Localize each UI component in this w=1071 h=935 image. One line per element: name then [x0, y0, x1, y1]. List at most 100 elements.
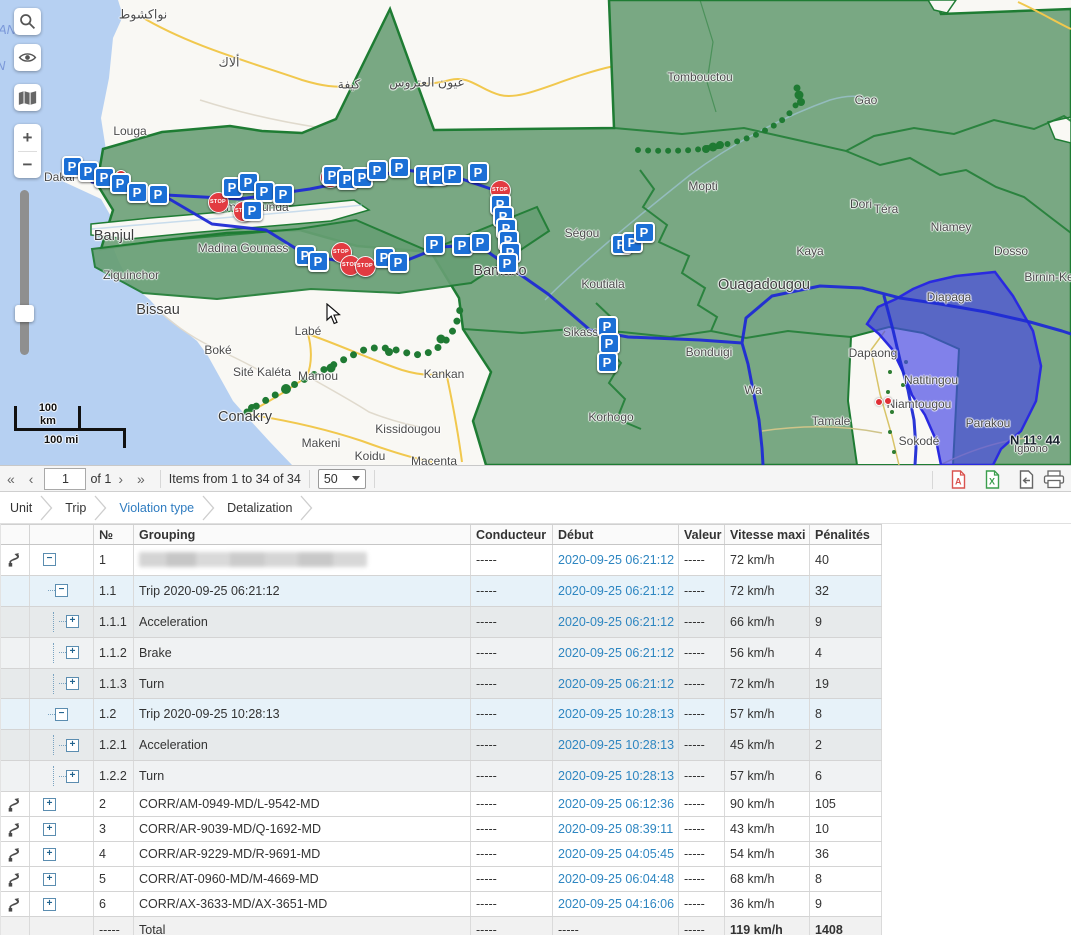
row-conducteur: -----: [471, 730, 553, 760]
table-row[interactable]: +3CORR/AR-9039-MD/Q-1692-MD-----2020-09-…: [1, 817, 882, 842]
start-date-link[interactable]: 2020-09-25 06:21:12: [558, 584, 674, 598]
header-conducteur[interactable]: Conducteur: [471, 525, 553, 544]
print-button[interactable]: [1043, 466, 1069, 493]
header-grouping[interactable]: Grouping: [134, 525, 471, 544]
tab-detalization[interactable]: Detalization: [217, 501, 298, 515]
stop-violation-marker[interactable]: STOP: [355, 256, 376, 277]
expand-toggle[interactable]: +: [66, 646, 79, 659]
parking-marker[interactable]: P: [424, 234, 445, 255]
expand-toggle[interactable]: +: [66, 615, 79, 628]
parking-marker[interactable]: P: [367, 160, 388, 181]
row-debut: 2020-09-25 04:16:06: [553, 892, 679, 916]
parking-marker[interactable]: P: [470, 232, 491, 253]
header-debut[interactable]: Début: [553, 525, 679, 544]
start-date-link[interactable]: 2020-09-25 06:21:12: [558, 615, 674, 629]
parking-marker[interactable]: P: [634, 222, 655, 243]
zoom-in-button[interactable]: +: [14, 124, 41, 151]
start-date-link[interactable]: 2020-09-25 06:21:12: [558, 677, 674, 691]
parking-marker[interactable]: P: [497, 253, 518, 274]
table-row[interactable]: +2CORR/AM-0949-MD/L-9542-MD-----2020-09-…: [1, 792, 882, 817]
map-layers-button[interactable]: [14, 84, 41, 111]
table-row[interactable]: −1.2Trip 2020-09-25 10:28:13-----2020-09…: [1, 699, 882, 730]
start-date-link[interactable]: 2020-09-25 10:28:13: [558, 769, 674, 783]
expand-toggle[interactable]: +: [43, 848, 56, 861]
table-row[interactable]: +5CORR/AT-0960-MD/M-4669-MD-----2020-09-…: [1, 867, 882, 892]
expand-toggle[interactable]: −: [55, 584, 68, 597]
table-row[interactable]: +1.2.1Acceleration-----2020-09-25 10:28:…: [1, 730, 882, 761]
header-num[interactable]: №: [94, 525, 134, 544]
map-search-button[interactable]: [14, 8, 41, 35]
map-canvas[interactable]: نواكشوطألاككيفةعيون العتروسTombouctouGao…: [0, 0, 1071, 465]
prev-page-button[interactable]: ‹: [22, 471, 41, 487]
row-tree-cell: +: [30, 638, 94, 668]
expand-toggle[interactable]: +: [66, 677, 79, 690]
start-date-link[interactable]: 2020-09-25 08:39:11: [558, 822, 673, 836]
parking-marker[interactable]: P: [148, 184, 169, 205]
table-row[interactable]: +1.2.2Turn-----2020-09-25 10:28:13-----5…: [1, 761, 882, 792]
page-size-select[interactable]: 50: [318, 469, 366, 489]
row-vitesse: 68 km/h: [725, 867, 810, 891]
table-row[interactable]: +1.1.3Turn-----2020-09-25 06:21:12-----7…: [1, 669, 882, 700]
next-page-button[interactable]: ›: [111, 471, 130, 487]
first-page-button[interactable]: «: [0, 471, 22, 487]
start-date-link[interactable]: 2020-09-25 04:16:06: [558, 897, 674, 911]
tab-trip[interactable]: Trip: [55, 501, 92, 515]
header-penalites[interactable]: Pénalités: [810, 525, 882, 544]
start-date-link[interactable]: 2020-09-25 06:12:36: [558, 797, 674, 811]
expand-toggle[interactable]: +: [43, 873, 56, 886]
start-date-link[interactable]: 2020-09-25 10:28:13: [558, 707, 674, 721]
table-row[interactable]: −1-----2020-09-25 06:21:12-----72 km/h40: [1, 545, 882, 576]
row-vitesse: 72 km/h: [725, 545, 810, 575]
start-date-link[interactable]: 2020-09-25 06:21:12: [558, 646, 674, 660]
export-file-button[interactable]: [1009, 466, 1043, 493]
start-date-link[interactable]: 2020-09-25 10:28:13: [558, 738, 674, 752]
table-row[interactable]: +1.1.2Brake-----2020-09-25 06:21:12-----…: [1, 638, 882, 669]
route-icon: [6, 822, 21, 837]
row-grouping: Trip 2020-09-25 10:28:13: [134, 699, 471, 729]
row-penalites: 40: [810, 545, 882, 575]
start-date-link[interactable]: 2020-09-25 04:05:45: [558, 847, 674, 861]
parking-marker[interactable]: P: [599, 333, 620, 354]
last-page-button[interactable]: »: [130, 471, 152, 487]
zoom-slider-handle[interactable]: [15, 305, 34, 322]
red-dot-marker[interactable]: [875, 398, 883, 406]
expand-toggle[interactable]: −: [43, 553, 56, 566]
parking-marker[interactable]: P: [273, 184, 294, 205]
parking-marker[interactable]: P: [254, 181, 275, 202]
parking-marker[interactable]: P: [242, 200, 263, 221]
parking-marker[interactable]: P: [308, 251, 329, 272]
tab-violation-type[interactable]: Violation type: [109, 501, 200, 515]
header-vitesse[interactable]: Vitesse maxi: [725, 525, 810, 544]
start-date-link[interactable]: 2020-09-25 06:04:48: [558, 872, 674, 886]
tab-unit[interactable]: Unit: [0, 501, 38, 515]
red-dot-marker[interactable]: [884, 397, 892, 405]
table-row[interactable]: +6CORR/AX-3633-MD/AX-3651-MD-----2020-09…: [1, 892, 882, 917]
parking-marker[interactable]: P: [389, 157, 410, 178]
parking-marker[interactable]: P: [127, 182, 148, 203]
row-number: 2: [94, 792, 134, 816]
expand-toggle[interactable]: +: [66, 770, 79, 783]
start-date-link[interactable]: 2020-09-25 06:21:12: [558, 553, 674, 567]
header-valeur[interactable]: Valeur: [679, 525, 725, 544]
row-vitesse: 57 km/h: [725, 761, 810, 791]
pdf-export-button[interactable]: A: [941, 466, 975, 493]
expand-toggle[interactable]: −: [55, 708, 68, 721]
table-row[interactable]: −1.1Trip 2020-09-25 06:21:12-----2020-09…: [1, 576, 882, 607]
map-visibility-button[interactable]: [14, 44, 41, 71]
expand-toggle[interactable]: +: [66, 739, 79, 752]
parking-marker[interactable]: P: [388, 252, 409, 273]
parking-marker[interactable]: P: [597, 352, 618, 373]
row-conducteur: -----: [471, 817, 553, 841]
expand-toggle[interactable]: +: [43, 798, 56, 811]
table-row[interactable]: +1.1.1Acceleration-----2020-09-25 06:21:…: [1, 607, 882, 638]
excel-export-button[interactable]: X: [975, 466, 1009, 493]
expand-toggle[interactable]: +: [43, 898, 56, 911]
parking-marker[interactable]: P: [442, 164, 463, 185]
zoom-out-button[interactable]: −: [14, 152, 41, 179]
table-row[interactable]: +4CORR/AR-9229-MD/R-9691-MD-----2020-09-…: [1, 842, 882, 867]
row-icon-cell: [1, 842, 30, 866]
expand-toggle[interactable]: +: [43, 823, 56, 836]
zoom-slider[interactable]: [20, 190, 29, 355]
page-number-input[interactable]: [44, 468, 86, 490]
parking-marker[interactable]: P: [468, 162, 489, 183]
